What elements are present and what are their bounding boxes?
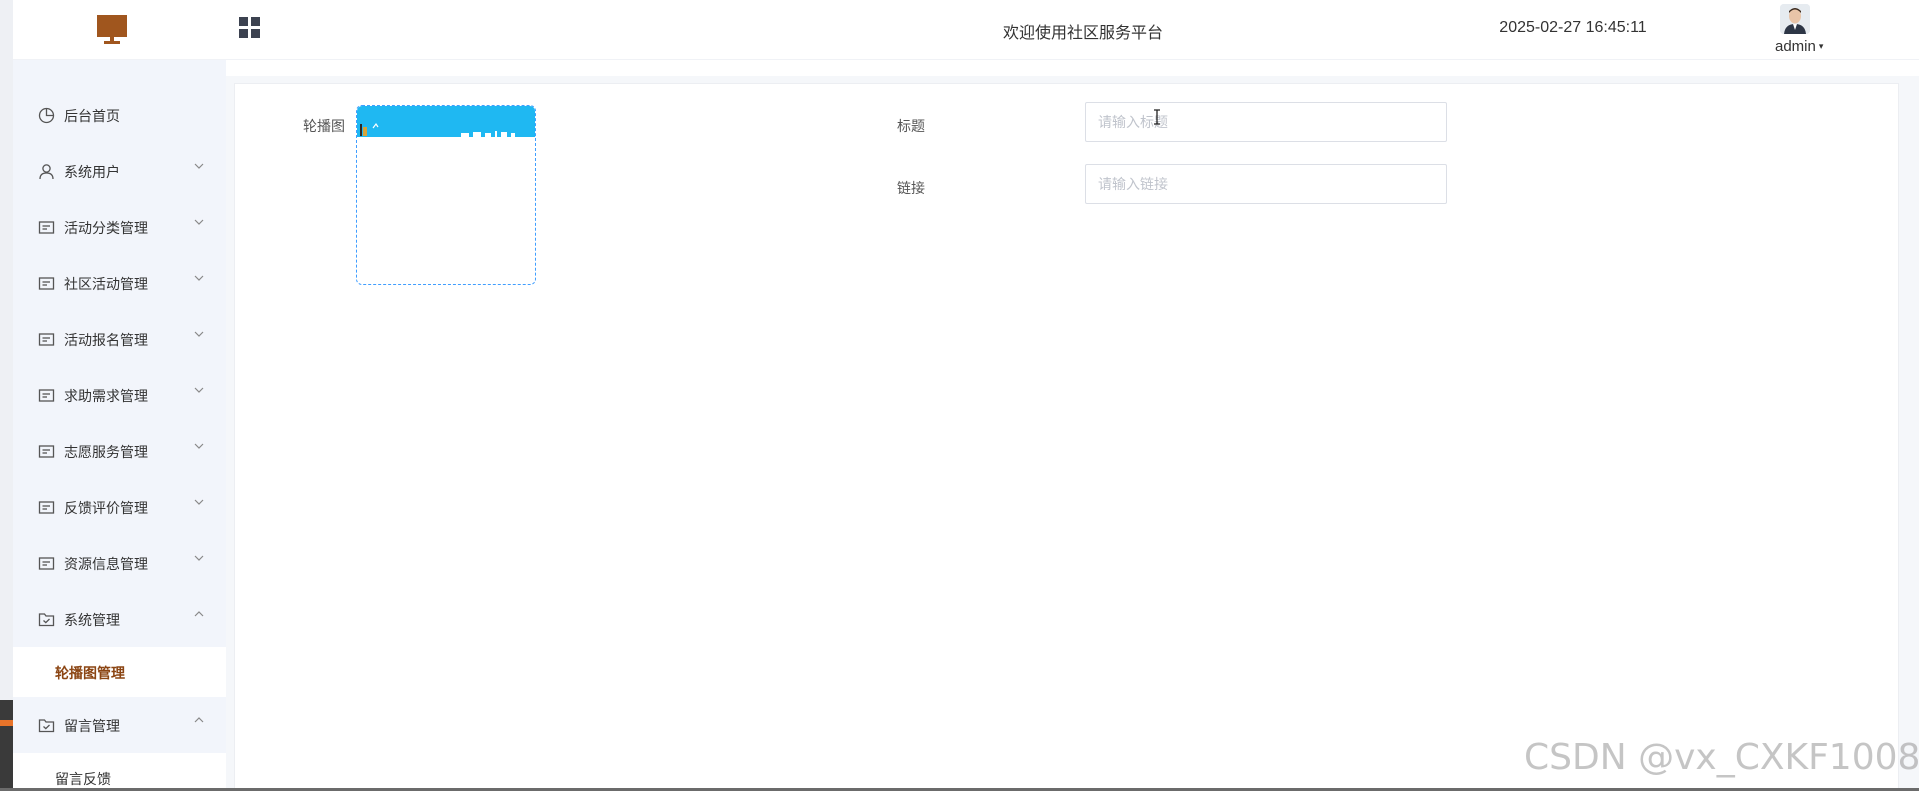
text-cursor-icon <box>1154 109 1160 125</box>
title-input[interactable] <box>1085 102 1447 142</box>
chevron-down-icon <box>194 219 204 225</box>
user-dropdown[interactable]: admin ▾ <box>1775 38 1823 55</box>
chevron-down-icon <box>194 387 204 393</box>
left-window-strip <box>0 0 13 791</box>
sidebar-item-label: 资源信息管理 <box>64 556 148 572</box>
username-label: admin <box>1775 38 1816 55</box>
sidebar-item-label: 活动报名管理 <box>64 332 148 348</box>
chevron-down-icon <box>194 499 204 505</box>
sidebar-item-volunteer-service[interactable]: 志愿服务管理 <box>13 423 226 479</box>
chevron-down-icon <box>194 331 204 337</box>
chevron-down-icon <box>194 443 204 449</box>
sidebar-item-home[interactable]: 后台首页 <box>13 87 226 143</box>
sidebar-item-label: 留言管理 <box>64 718 120 734</box>
list-card-icon <box>38 557 55 570</box>
sidebar-item-community-activity[interactable]: 社区活动管理 <box>13 255 226 311</box>
sidebar-item-label: 活动分类管理 <box>64 220 148 236</box>
grid-icon[interactable] <box>239 17 261 39</box>
sidebar-subitem-label: 轮播图管理 <box>55 665 125 681</box>
carousel-image-preview <box>357 106 535 137</box>
sidebar-item-label: 系统管理 <box>64 612 120 628</box>
sidebar-item-label: 社区活动管理 <box>64 276 148 292</box>
monitor-icon[interactable] <box>96 14 128 46</box>
avatar[interactable] <box>1780 4 1810 34</box>
sidebar-item-activity-signup[interactable]: 活动报名管理 <box>13 311 226 367</box>
current-datetime: 2025-02-27 16:45:11 <box>1499 19 1647 36</box>
sidebar-item-system-management[interactable]: 系统管理 <box>13 591 226 647</box>
carousel-image-label: 轮播图 <box>303 118 345 134</box>
chevron-down-icon <box>194 275 204 281</box>
sidebar-subitem-carousel[interactable]: 轮播图管理 <box>13 647 226 697</box>
link-label: 链接 <box>897 180 925 196</box>
sidebar-item-help-request[interactable]: 求助需求管理 <box>13 367 226 423</box>
sidebar: 后台首页 系统用户 活动分类管理 社区活动管理 活动报名管理 求助需求管理 志愿… <box>13 60 226 791</box>
link-input[interactable] <box>1085 164 1447 204</box>
carousel-form-card: 轮播图 标题 链接 <box>234 83 1899 791</box>
sidebar-item-label: 求助需求管理 <box>64 388 148 404</box>
list-card-icon <box>38 221 55 234</box>
chevron-down-icon <box>194 163 204 169</box>
folder-check-icon <box>38 613 55 627</box>
sidebar-item-label: 后台首页 <box>64 108 120 124</box>
title-label: 标题 <box>897 118 925 134</box>
sidebar-item-message-management[interactable]: 留言管理 <box>13 697 226 753</box>
sidebar-item-resource-info[interactable]: 资源信息管理 <box>13 535 226 591</box>
chevron-up-icon <box>194 717 204 723</box>
sidebar-item-label: 反馈评价管理 <box>64 500 148 516</box>
sidebar-item-feedback-review[interactable]: 反馈评价管理 <box>13 479 226 535</box>
sidebar-subitem-label: 留言反馈 <box>55 771 111 787</box>
chevron-down-icon: ▾ <box>1818 41 1824 51</box>
folder-check-icon <box>38 719 55 733</box>
left-strip-accent <box>0 720 13 726</box>
watermark: CSDN @vx_CXKF10088 <box>1524 737 1919 778</box>
main-content: 轮播图 标题 链接 <box>226 76 1919 791</box>
avatar-portrait-icon <box>1780 4 1810 34</box>
pie-chart-icon <box>38 107 55 124</box>
image-preview-icon <box>360 122 515 137</box>
left-strip-dark-block <box>0 700 13 791</box>
list-card-icon <box>38 445 55 458</box>
user-icon <box>39 164 54 180</box>
chevron-up-icon <box>194 611 204 617</box>
list-card-icon <box>38 333 55 346</box>
carousel-image-upload[interactable] <box>356 105 536 285</box>
sidebar-item-system-users[interactable]: 系统用户 <box>13 143 226 199</box>
chevron-down-icon <box>194 555 204 561</box>
list-card-icon <box>38 277 55 290</box>
list-card-icon <box>38 501 55 514</box>
list-card-icon <box>38 389 55 402</box>
sidebar-item-label: 志愿服务管理 <box>64 444 148 460</box>
platform-title: 欢迎使用社区服务平台 <box>1002 25 1163 42</box>
sidebar-item-activity-category[interactable]: 活动分类管理 <box>13 199 226 255</box>
sidebar-item-label: 系统用户 <box>64 164 120 180</box>
sidebar-subitem-message-feedback[interactable]: 留言反馈 <box>13 753 226 791</box>
top-header: 欢迎使用社区服务平台 2025-02-27 16:45:11 admin ▾ <box>13 0 1919 60</box>
